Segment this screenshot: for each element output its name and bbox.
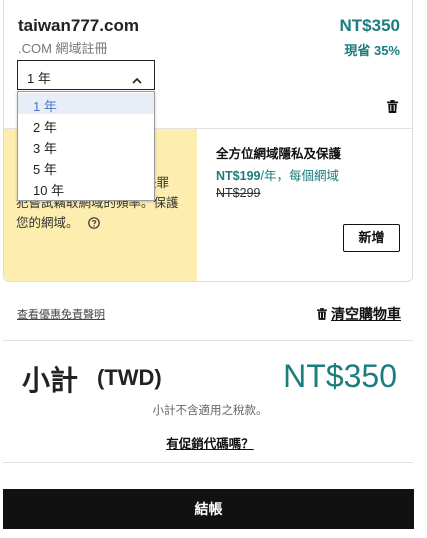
term-dropdown-list: 1 年 2 年 3 年 5 年 10 年 [17,91,155,201]
term-option-5-years[interactable]: 5 年 [18,156,154,177]
chevron-up-icon [132,72,142,87]
promo-code-link[interactable]: 有促銷代碼嗎？ [166,437,254,451]
trash-icon [317,307,327,323]
term-option-2-years[interactable]: 2 年 [18,114,154,135]
privacy-upsell-title: 全方位網域隱私及保護 [216,147,342,161]
offer-disclaimer-link[interactable]: 查看優惠免責聲明 [17,306,105,322]
subtotal-label: 小計 [22,365,79,396]
trash-icon [387,100,398,117]
term-option-1-year[interactable]: 1 年 [18,93,154,114]
privacy-upsell-price: NT$199/年，每個網域 [216,169,339,183]
item-price: NT$350 [339,16,400,35]
divider [3,340,413,341]
add-privacy-button[interactable]: 新增 [343,224,400,252]
privacy-upsell-old-price: NT$299 [216,186,261,200]
term-select-value: 1 年 [27,71,51,86]
checkout-button[interactable]: 結帳 [3,489,414,529]
domain-name: taiwan777.com [18,16,139,35]
savings-badge: 現省 35% [344,43,400,58]
promo-text-line3: 您的網域。 [16,213,100,235]
term-option-10-years[interactable]: 10 年 [18,177,154,198]
domain-type-label: .COM 網域註冊 [18,41,108,56]
clear-cart-link[interactable]: 清空購物車 [317,304,401,324]
term-select[interactable]: 1 年 [17,60,155,90]
clear-cart-label: 清空購物車 [331,306,401,322]
term-option-3-years[interactable]: 3 年 [18,135,154,156]
help-circle-icon[interactable] [88,215,100,235]
remove-item-button[interactable] [387,100,398,118]
subtotal-amount: NT$350 [283,358,397,394]
promo-code-link-wrap: 有促銷代碼嗎？ [0,433,420,452]
currency-label: (TWD) [97,365,162,390]
divider [3,462,413,463]
tax-note: 小計不含適用之稅款。 [152,405,268,417]
